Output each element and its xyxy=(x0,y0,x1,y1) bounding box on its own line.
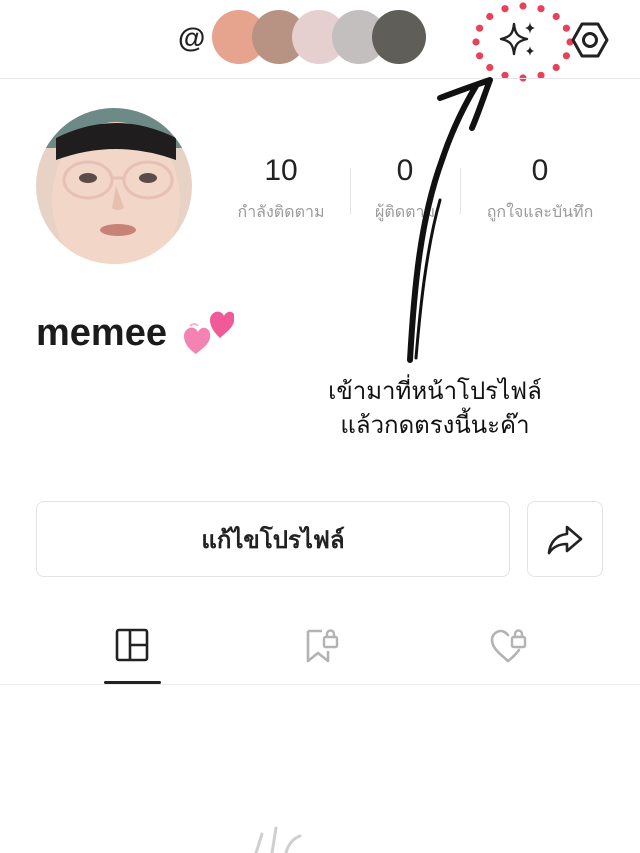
stat-following[interactable]: 10 กำลังติดตาม xyxy=(232,154,330,225)
bookmark-lock-icon xyxy=(306,629,339,663)
share-button[interactable] xyxy=(527,501,603,577)
stat-following-value: 10 xyxy=(264,154,298,187)
color-swatches xyxy=(212,10,426,64)
highlight-dot xyxy=(476,24,484,32)
highlight-dot xyxy=(476,52,484,60)
empty-state-illustration xyxy=(254,826,302,853)
two-hearts-emoji xyxy=(180,306,235,356)
username-handle: @ xyxy=(178,22,206,53)
settings-gear-icon[interactable] xyxy=(570,20,610,60)
swatch-5 xyxy=(372,10,426,64)
highlight-dot xyxy=(486,12,494,21)
highlight-dot xyxy=(562,24,570,32)
tab-notes-grid[interactable] xyxy=(102,620,162,670)
highlight-dot xyxy=(519,2,527,10)
edit-profile-button[interactable]: แก้ไขโปรไฟล์ xyxy=(36,501,510,577)
highlight-dot xyxy=(552,63,560,72)
header-divider xyxy=(0,78,640,79)
grid-icon xyxy=(115,628,149,662)
stat-following-label: กำลังติดตาม xyxy=(237,204,325,221)
annotation-arrow xyxy=(407,77,493,363)
tabs-divider xyxy=(0,684,640,685)
annotation-note: เข้ามาที่หน้าโปรไฟล์ แล้วกดตรงนี้นะค๊า xyxy=(300,374,570,442)
highlight-dot xyxy=(562,52,570,60)
heart-lock-icon xyxy=(490,629,527,663)
annotation-line-1: เข้ามาที่หน้าโปรไฟล์ xyxy=(328,377,542,405)
tab-saved[interactable] xyxy=(290,620,350,670)
stat-separator xyxy=(350,168,351,214)
display-name: memee xyxy=(36,312,167,354)
avatar[interactable] xyxy=(36,108,192,264)
highlight-dot xyxy=(552,12,560,21)
tab-liked[interactable] xyxy=(478,620,538,670)
highlight-dot xyxy=(537,5,545,13)
annotation-line-2: แล้วกดตรงนี้นะค๊า xyxy=(340,411,530,439)
share-icon xyxy=(547,525,583,555)
sparkle-icon[interactable] xyxy=(496,20,540,60)
highlight-dot xyxy=(501,5,509,13)
highlight-dot xyxy=(472,38,480,46)
